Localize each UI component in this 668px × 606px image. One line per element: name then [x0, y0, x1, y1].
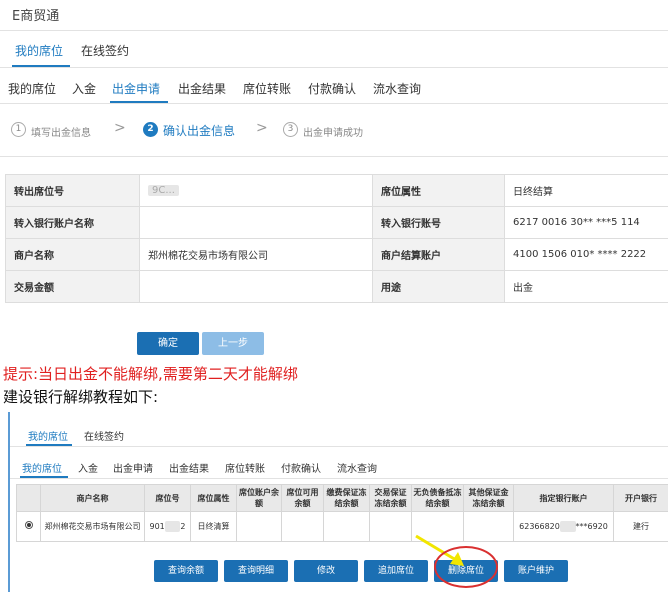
step-3-label: 出金申请成功 [303, 128, 363, 139]
tutorial-caption: 建设银行解绑教程如下: [3, 388, 159, 406]
column-header: 指定银行账户 [513, 484, 614, 512]
column-header: 无负债备抵冻结余额 [411, 484, 464, 512]
field-value: 9C... [139, 174, 373, 207]
field-value: 4100 1506 010* **** 2222 [504, 238, 668, 271]
table-row: 转入银行账户名称 转入银行账号 6217 0016 30** ***5 114 [5, 206, 668, 239]
step-2-label: 确认出金信息 [163, 124, 236, 138]
confirm-button[interactable]: 确定 [137, 332, 199, 355]
header-divider [0, 30, 668, 31]
masked-value: 9C... [148, 185, 179, 196]
subtab-seat-transfer[interactable]: 席位转账 [243, 80, 291, 97]
step-1-number: 1 [11, 122, 26, 137]
bank-account-prefix: 62366820 [519, 522, 560, 531]
masked-value [164, 521, 181, 532]
field-label: 转入银行账户名称 [5, 206, 140, 239]
edit-button[interactable]: 修改 [294, 560, 358, 582]
field-label: 用途 [372, 270, 505, 303]
subtab-my-seat[interactable]: 我的席位 [8, 80, 56, 97]
field-label: 交易金额 [5, 270, 140, 303]
field-label: 商户结算账户 [372, 238, 505, 271]
field-label: 转出席位号 [5, 174, 140, 207]
query-balance-button[interactable]: 查询余额 [154, 560, 218, 582]
warning-tip: 提示:当日出金不能解绑,需要第二天才能解绑 [3, 365, 298, 383]
subtab-statement-query[interactable]: 流水查询 [337, 460, 377, 475]
column-header: 席位可用余额 [281, 484, 324, 512]
subtabs-divider [0, 103, 668, 104]
column-header: 缴费保证冻结余额 [323, 484, 370, 512]
column-header: 席位账户余额 [236, 484, 282, 512]
step-3-number: 3 [283, 122, 298, 137]
field-value [139, 206, 373, 239]
bank-account: 62366820 ***6920 [513, 511, 614, 542]
subtab-payment-confirm[interactable]: 付款确认 [281, 460, 321, 475]
tab-online-sign[interactable]: 在线签约 [84, 428, 124, 443]
subtab-statement-query[interactable]: 流水查询 [373, 80, 421, 97]
empty-cell [236, 511, 282, 542]
subtab-payment-confirm[interactable]: 付款确认 [308, 80, 356, 97]
subtab-withdraw-result[interactable]: 出金结果 [169, 460, 209, 475]
account-maintenance-button[interactable]: 账户维护 [504, 560, 568, 582]
subtabs-divider [10, 478, 668, 479]
field-label: 席位属性 [372, 174, 505, 207]
seat-account-table: 商户名称 席位号 席位属性 席位账户余额 席位可用余额 缴费保证冻结余额 交易保… [16, 484, 668, 542]
masked-value [559, 521, 576, 532]
tab-online-sign[interactable]: 在线签约 [81, 42, 129, 59]
field-value: 出金 [504, 270, 668, 303]
subtab-deposit[interactable]: 入金 [78, 460, 98, 475]
subtab-withdraw-request[interactable]: 出金申请 [113, 460, 153, 475]
subtab-withdraw-result[interactable]: 出金结果 [178, 80, 226, 97]
query-details-button[interactable]: 查询明细 [224, 560, 288, 582]
empty-cell [281, 511, 324, 542]
step-1-label: 填写出金信息 [31, 128, 91, 139]
app-title: E商贸通 [12, 9, 60, 24]
empty-cell [369, 511, 412, 542]
table-header-row: 商户名称 席位号 席位属性 席位账户余额 席位可用余额 缴费保证冻结余额 交易保… [16, 484, 668, 512]
tabs-divider [10, 446, 668, 447]
field-value: 日终结算 [504, 174, 668, 207]
column-header: 交易保证冻结余额 [369, 484, 412, 512]
subtab-my-seat[interactable]: 我的席位 [22, 460, 62, 475]
seat-number-suffix: 2 [180, 522, 186, 531]
field-value: 6217 0016 30** ***5 114 [504, 206, 668, 239]
radio-selected-icon[interactable] [24, 521, 33, 529]
unbind-tutorial-screenshot: 我的席位 在线签约 我的席位 入金 出金申请 出金结果 席位转账 付款确认 流水… [10, 412, 668, 606]
field-label: 转入银行账号 [372, 206, 505, 239]
bank-account-suffix: ***6920 [575, 522, 608, 531]
seat-number-prefix: 901 [149, 522, 165, 531]
field-value [139, 270, 373, 303]
column-header: 其他保证金冻结余额 [463, 484, 514, 512]
subtab-withdraw-request[interactable]: 出金申请 [112, 80, 160, 97]
column-header: 席位属性 [190, 484, 237, 512]
merchant-name: 郑州棉花交易市场有限公司 [40, 511, 145, 542]
withdraw-info-table: 转出席位号 9C... 席位属性 日终结算 转入银行账户名称 转入银行账号 62… [5, 174, 668, 303]
seat-number: 901 2 [144, 511, 191, 542]
tab-my-seat[interactable]: 我的席位 [28, 428, 68, 443]
column-header: 商户名称 [40, 484, 145, 512]
field-label: 商户名称 [5, 238, 140, 271]
column-header: 席位号 [144, 484, 191, 512]
step-arrow-icon: > [256, 120, 268, 136]
previous-step-button[interactable]: 上一步 [202, 332, 264, 355]
bank-name: 建行 [613, 511, 668, 542]
step-arrow-icon: > [114, 120, 126, 136]
row-select-cell[interactable] [16, 511, 41, 542]
table-row: 交易金额 用途 出金 [5, 270, 668, 303]
step-2-number: 2 [143, 122, 158, 137]
column-header [16, 484, 41, 512]
field-value: 郑州棉花交易市场有限公司 [139, 238, 373, 271]
table-row[interactable]: 郑州棉花交易市场有限公司 901 2 日终清算 62366820 ***6920… [16, 511, 668, 542]
seat-attribute: 日终清算 [190, 511, 237, 542]
tab-my-seat[interactable]: 我的席位 [15, 42, 63, 59]
red-highlight-circle [434, 546, 498, 588]
tabs-divider [0, 67, 668, 68]
steps-divider [0, 156, 668, 157]
subtab-deposit[interactable]: 入金 [72, 80, 96, 97]
table-row: 商户名称 郑州棉花交易市场有限公司 商户结算账户 4100 1506 010* … [5, 238, 668, 271]
column-header: 开户银行 [613, 484, 668, 512]
empty-cell [323, 511, 370, 542]
subtab-seat-transfer[interactable]: 席位转账 [225, 460, 265, 475]
table-row: 转出席位号 9C... 席位属性 日终结算 [5, 174, 668, 207]
